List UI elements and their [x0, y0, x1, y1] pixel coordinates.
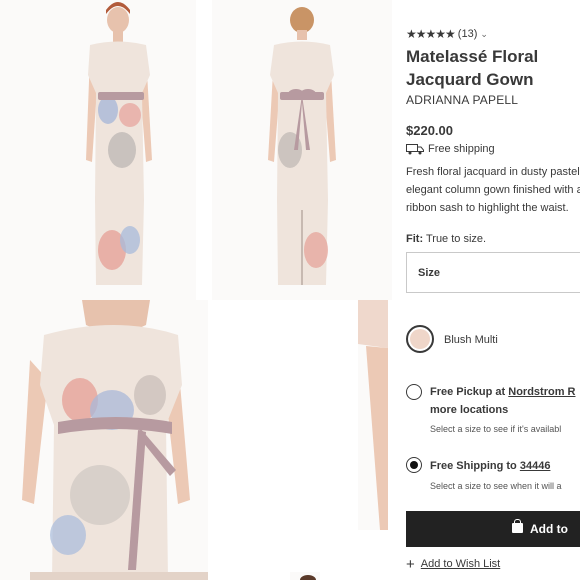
brand-name[interactable]: ADRIANNA PAPELL [406, 93, 518, 107]
review-count[interactable]: (13) [458, 28, 478, 40]
shipping-option-title: Free Shipping to 34446 [430, 460, 550, 472]
fit-info: Fit: True to size. [406, 233, 486, 245]
pickup-radio[interactable] [406, 384, 422, 400]
rating[interactable]: ★★★★★ (13) ⌄ [406, 27, 488, 41]
price: $220.00 [406, 123, 453, 138]
store-link[interactable]: Nordstrom R [508, 386, 575, 398]
wish-list-label: Add to Wish List [420, 558, 501, 570]
product-image-front[interactable] [0, 0, 196, 300]
pickup-prefix: Free Pickup at [430, 386, 506, 398]
free-shipping-label: Free shipping [428, 143, 495, 155]
swatch-fill [410, 329, 430, 349]
product-description: Fresh floral jacquard in dusty pastels e… [406, 166, 580, 214]
color-name: Blush Multi [444, 334, 498, 346]
pickup-option-title: Free Pickup at Nordstrom R [430, 386, 576, 398]
add-to-wish-list[interactable]: + Add to Wish List [406, 555, 501, 573]
fit-label: Fit: [406, 233, 424, 245]
shipping-prefix: Free Shipping to [430, 460, 517, 472]
product-image-sleeve[interactable] [358, 300, 388, 530]
size-select[interactable]: Size [406, 252, 580, 293]
size-select-label: Size [418, 267, 441, 279]
color-swatch[interactable] [406, 325, 434, 353]
add-to-bag-label: Add to [530, 522, 568, 536]
zip-link[interactable]: 34446 [520, 460, 551, 472]
product-image-detail[interactable] [0, 300, 208, 580]
pickup-hint: Select a size to see if it's availabl [430, 424, 562, 434]
product-image-thumb[interactable] [290, 572, 320, 580]
shipping-hint: Select a size to see when it will a [430, 481, 562, 491]
plus-icon: + [406, 555, 415, 573]
more-locations[interactable]: more locations [430, 404, 508, 416]
add-to-bag-button[interactable]: Add to [406, 511, 580, 547]
product-info-panel: ★★★★★ (13) ⌄ Matelassé Floral Jacquard G… [406, 0, 580, 580]
fit-value: True to size. [425, 233, 487, 245]
shipping-radio[interactable] [406, 457, 422, 473]
product-title: Matelassé Floral Jacquard Gown [406, 47, 539, 89]
shopping-bag-icon [512, 519, 523, 533]
truck-icon [406, 143, 424, 154]
free-shipping-note: Free shipping [406, 143, 495, 155]
product-image-back[interactable] [212, 0, 392, 300]
star-rating-icon: ★★★★★ [406, 27, 456, 41]
chevron-down-icon[interactable]: ⌄ [480, 29, 488, 40]
